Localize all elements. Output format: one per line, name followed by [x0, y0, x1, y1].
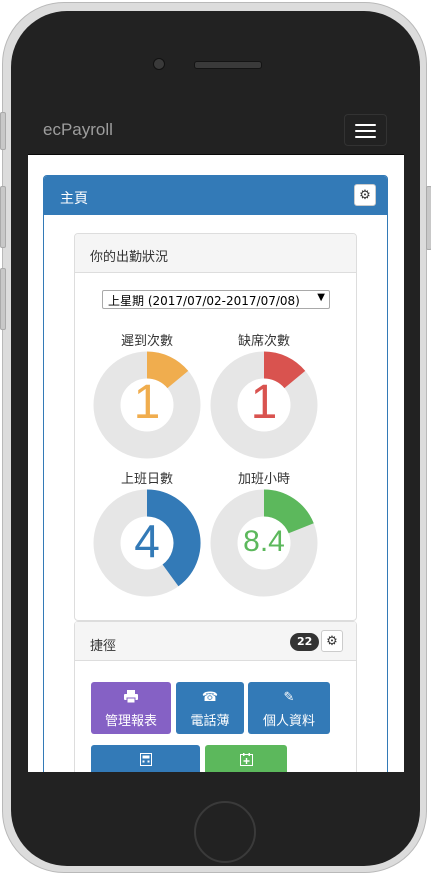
- gauge-value-workdays: 4: [134, 515, 160, 567]
- main-panel-title: 主頁: [60, 191, 88, 207]
- side-button-silent: [0, 112, 6, 150]
- hamburger-icon: [355, 124, 376, 126]
- gauge-label-overtime: 加班小時: [237, 472, 290, 487]
- calendar-plus-icon: [205, 753, 287, 770]
- gear-icon: ⚙: [326, 633, 338, 649]
- shortcut-label: 個人資料: [262, 714, 315, 729]
- shortcuts-header: 捷徑 22 ⚙: [75, 621, 356, 661]
- shortcut-calendar-add[interactable]: [205, 745, 287, 772]
- brand[interactable]: ecPayroll: [43, 120, 113, 140]
- pencil-icon: ✎: [283, 690, 295, 705]
- period-select[interactable]: 上星期 (2017/07/02-2017/07/08) ▼: [102, 290, 330, 309]
- side-button-volume-down: [0, 268, 6, 330]
- navbar: ecPayroll: [28, 106, 404, 155]
- shortcuts-panel: 捷徑 22 ⚙ 管理報表 ☎ 電話薄 ✎ 個人資料: [74, 621, 357, 772]
- shortcut-personal-info[interactable]: ✎ 個人資料: [248, 682, 330, 734]
- attendance-panel: 你的出勤狀況 上星期 (2017/07/02-2017/07/08) ▼ 遲到次…: [74, 233, 357, 621]
- camera: [153, 58, 165, 70]
- home-button[interactable]: [194, 801, 256, 863]
- shortcut-label: 電話薄: [190, 714, 230, 729]
- gauge-label-workdays: 上班日數: [120, 472, 173, 487]
- calculator-icon: [91, 753, 200, 770]
- shortcut-label: 管理報表: [104, 714, 157, 729]
- phone-icon: ☎: [201, 690, 219, 705]
- gauge-label-absent: 缺席次數: [237, 334, 290, 349]
- shortcuts-settings-button[interactable]: ⚙: [321, 630, 343, 652]
- shortcut-management-report[interactable]: 管理報表: [91, 682, 171, 734]
- chevron-down-icon: ▼: [317, 292, 325, 303]
- gauge-value-absent: 1: [250, 376, 278, 429]
- shortcuts-title: 捷徑: [90, 639, 117, 654]
- print-icon: [91, 690, 171, 707]
- period-select-value: 上星期 (2017/07/02-2017/07/08): [108, 294, 300, 308]
- attendance-header: 你的出勤狀況: [75, 234, 356, 273]
- side-button-volume-up: [0, 186, 6, 248]
- gauge-value-overtime: 8.4: [243, 525, 285, 558]
- side-button-power: [426, 186, 431, 250]
- shortcut-calculator[interactable]: [91, 745, 200, 772]
- menu-toggle-button[interactable]: [344, 114, 387, 146]
- gauge-value-late: 1: [133, 376, 161, 429]
- shortcuts-count-badge: 22: [290, 633, 320, 651]
- gauge-label-late: 遲到次數: [120, 334, 173, 349]
- main-settings-button[interactable]: ⚙: [354, 184, 376, 206]
- speaker: [194, 61, 262, 69]
- shortcut-phonebook[interactable]: ☎ 電話薄: [176, 682, 244, 734]
- main-panel: 主頁 ⚙ 你的出勤狀況 上星期 (2017/07/02-2017/07/08) …: [43, 175, 388, 772]
- gear-icon: ⚙: [359, 187, 371, 203]
- attendance-title: 你的出勤狀況: [90, 250, 169, 265]
- screen: ecPayroll 主頁 ⚙ 你的出勤狀況 上星期 (2017/07/02-20…: [28, 106, 404, 772]
- main-panel-header: 主頁 ⚙: [44, 176, 387, 215]
